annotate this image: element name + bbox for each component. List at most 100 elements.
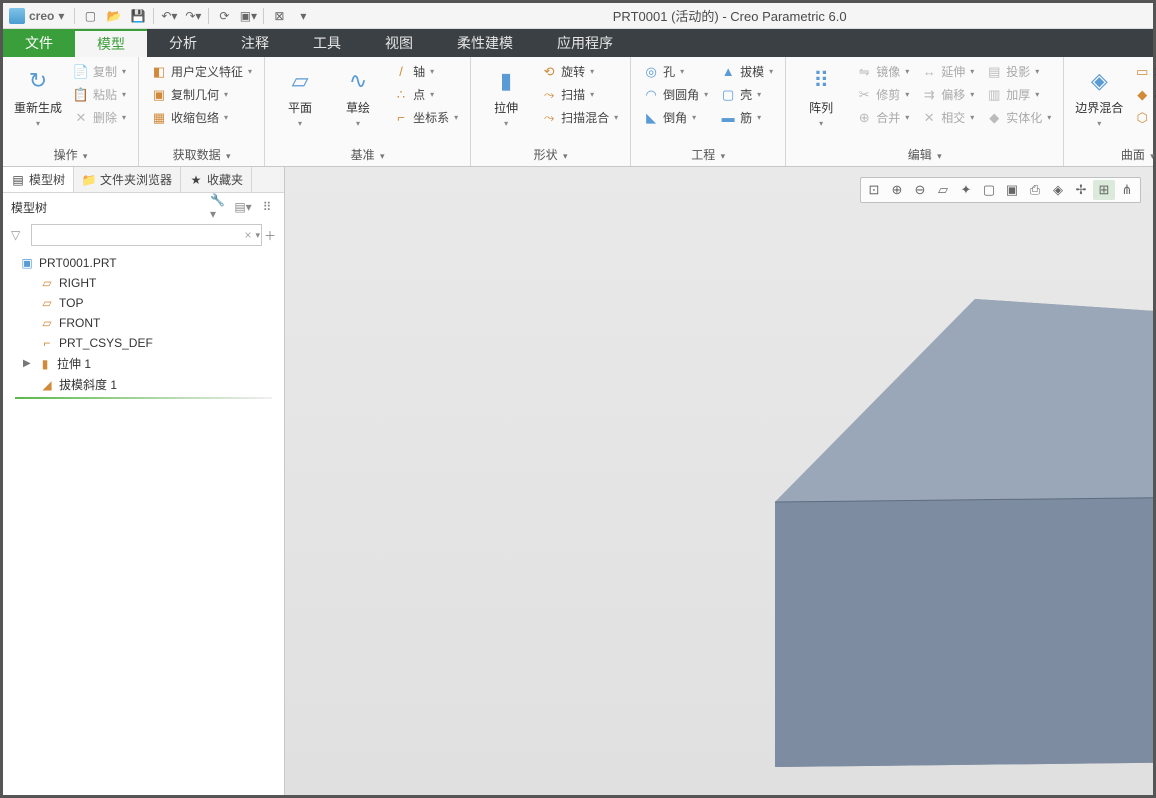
- tree-node-拉伸 1[interactable]: ▶▮拉伸 1: [9, 353, 278, 374]
- ribbon-big-阵列[interactable]: ⠿阵列▾: [794, 61, 848, 133]
- ribbon-group-label[interactable]: 编辑 ▾: [794, 144, 1055, 166]
- ribbon-sm-复制几何[interactable]: ▣复制几何▾: [147, 84, 256, 105]
- tab-view[interactable]: 视图: [363, 29, 435, 57]
- tree-node-PRT_CSYS_DEF[interactable]: ⌐PRT_CSYS_DEF: [9, 333, 278, 353]
- tab-tools[interactable]: 工具: [291, 29, 363, 57]
- ribbon-group-label[interactable]: 曲面 ▾: [1072, 144, 1156, 166]
- tree-filter-icon[interactable]: ⠿: [258, 198, 276, 216]
- graphics-canvas[interactable]: ⊡⊕⊖▱✦▢▣⎙◈✢⊞⋔: [285, 167, 1153, 795]
- view-tool-6[interactable]: ▣: [1001, 180, 1023, 200]
- ribbon-sm-icon: ▤: [986, 64, 1002, 80]
- regenerate-icon[interactable]: ⟳: [215, 7, 233, 25]
- brand-dropdown-icon[interactable]: ▾: [58, 9, 64, 23]
- ribbon-icon: ⠿: [805, 65, 837, 97]
- ribbon-sm-样式[interactable]: ◆样式▾: [1130, 84, 1156, 105]
- view-tool-1[interactable]: ⊕: [886, 180, 908, 200]
- tab-annotate[interactable]: 注释: [219, 29, 291, 57]
- ribbon-group-label[interactable]: 形状 ▾: [479, 144, 622, 166]
- ribbon-big-拉伸[interactable]: ▮拉伸▾: [479, 61, 533, 133]
- ribbon-sm-icon: 📄: [73, 64, 89, 80]
- ribbon-sm-倒圆角[interactable]: ◠倒圆角▾: [639, 84, 712, 105]
- clear-filter-icon[interactable]: ×: [244, 228, 251, 242]
- sidebar-tab-folders[interactable]: 📁文件夹浏览器: [74, 167, 181, 192]
- tab-flexible[interactable]: 柔性建模: [435, 29, 535, 57]
- ribbon-sm-点[interactable]: ∴点▾: [389, 84, 462, 105]
- ribbon-big-边界混合[interactable]: ◈边界混合▾: [1072, 61, 1126, 133]
- tab-apps[interactable]: 应用程序: [535, 29, 635, 57]
- ribbon-group-5: ⠿阵列▾⇋镜像▾✂修剪▾⊕合并▾↔延伸▾⇉偏移▾✕相交▾▤投影▾▥加厚▾◆实体化…: [786, 57, 1064, 166]
- redo-icon[interactable]: ↷▾: [184, 7, 202, 25]
- ribbon-icon: ▱: [284, 65, 316, 97]
- expander-icon[interactable]: ▶: [23, 358, 33, 369]
- folder-icon: 📁: [82, 173, 96, 187]
- ribbon-group-label[interactable]: 基准 ▾: [273, 144, 462, 166]
- add-filter-icon[interactable]: ＋: [264, 227, 276, 244]
- insert-here-bar[interactable]: [15, 397, 272, 399]
- ribbon-sm-icon: ⌐: [393, 110, 409, 126]
- ribbon-sm-坐标系[interactable]: ⌐坐标系▾: [389, 107, 462, 128]
- ribbon-group-4: ◎孔▾◠倒圆角▾◣倒角▾ ▲拔模▾▢壳▾▬筋▾ 工程 ▾: [631, 57, 786, 166]
- ribbon-sm-填充[interactable]: ▭填充▾: [1130, 61, 1156, 82]
- ribbon-sm-孔[interactable]: ◎孔▾: [639, 61, 712, 82]
- ribbon-sm-筋[interactable]: ▬筋▾: [716, 107, 777, 128]
- ribbon-big-平面[interactable]: ▱平面▾: [273, 61, 327, 133]
- view-tool-10[interactable]: ⊞: [1093, 180, 1115, 200]
- ribbon-sm-icon: ⇉: [921, 87, 937, 103]
- tree-node-FRONT[interactable]: ▱FRONT: [9, 313, 278, 333]
- view-tool-11[interactable]: ⋔: [1116, 180, 1138, 200]
- ribbon-big-草绘[interactable]: ∿草绘▾: [331, 61, 385, 133]
- tree-show-icon[interactable]: ▤▾: [234, 198, 252, 216]
- ribbon-group-label[interactable]: 获取数据 ▾: [147, 144, 256, 166]
- filter-dropdown-icon[interactable]: ▾: [255, 230, 260, 241]
- ribbon-sm-收缩包络[interactable]: ▦收缩包络▾: [147, 107, 256, 128]
- tab-analysis[interactable]: 分析: [147, 29, 219, 57]
- sidebar: ▤模型树 📁文件夹浏览器 ★收藏夹 模型树 🔧▾ ▤▾ ⠿ ▽ × ▾ ＋ ▣: [3, 167, 285, 795]
- view-tool-2[interactable]: ⊖: [909, 180, 931, 200]
- tab-file[interactable]: 文件: [3, 29, 75, 57]
- ribbon-sm-icon: ▦: [151, 110, 167, 126]
- view-tool-3[interactable]: ▱: [932, 180, 954, 200]
- view-tool-9[interactable]: ✢: [1070, 180, 1092, 200]
- sidebar-tab-modeltree[interactable]: ▤模型树: [3, 167, 74, 192]
- ribbon-sm-拔模[interactable]: ▲拔模▾: [716, 61, 777, 82]
- ribbon-sm-自由式[interactable]: ⬡自由式▾: [1130, 107, 1156, 128]
- view-tool-8[interactable]: ◈: [1047, 180, 1069, 200]
- ribbon-sm-icon: ✕: [921, 110, 937, 126]
- view-tool-7[interactable]: ⎙: [1024, 180, 1046, 200]
- tree-settings-icon[interactable]: 🔧▾: [210, 198, 228, 216]
- ribbon-group-label[interactable]: 工程 ▾: [639, 144, 777, 166]
- funnel-icon[interactable]: ▽: [11, 228, 27, 242]
- ribbon-sm-倒角[interactable]: ◣倒角▾: [639, 107, 712, 128]
- open-file-icon[interactable]: 📂: [105, 7, 123, 25]
- tree-node-TOP[interactable]: ▱TOP: [9, 293, 278, 313]
- ribbon-sm-icon: ◠: [643, 87, 659, 103]
- ribbon-group-label[interactable]: 操作 ▾: [11, 144, 130, 166]
- qat-dropdown-icon[interactable]: ▾: [294, 7, 312, 25]
- sidebar-tab-favorites[interactable]: ★收藏夹: [181, 167, 252, 192]
- tab-model[interactable]: 模型: [75, 29, 147, 57]
- view-tool-0[interactable]: ⊡: [863, 180, 885, 200]
- ribbon-sm-轴[interactable]: /轴▾: [389, 61, 462, 82]
- windows-icon[interactable]: ▣▾: [239, 7, 257, 25]
- tree-icon: ▤: [11, 173, 25, 187]
- new-file-icon[interactable]: ▢: [81, 7, 99, 25]
- view-tool-4[interactable]: ✦: [955, 180, 977, 200]
- ribbon-sm-扫描混合[interactable]: ⤳扫描混合▾: [537, 107, 622, 128]
- part-icon: ▣: [19, 255, 35, 271]
- ribbon-sm-icon: ⤳: [541, 87, 557, 103]
- ribbon-sm-壳[interactable]: ▢壳▾: [716, 84, 777, 105]
- close-window-icon[interactable]: ⊠: [270, 7, 288, 25]
- ribbon-sm-加厚: ▥加厚▾: [982, 84, 1055, 105]
- ribbon-sm-旋转[interactable]: ⟲旋转▾: [537, 61, 622, 82]
- view-tool-5[interactable]: ▢: [978, 180, 1000, 200]
- save-icon[interactable]: 💾: [129, 7, 147, 25]
- ribbon-icon: ◈: [1083, 65, 1115, 97]
- ribbon-sm-扫描[interactable]: ⤳扫描▾: [537, 84, 622, 105]
- ribbon-sm-用户定义特征[interactable]: ◧用户定义特征▾: [147, 61, 256, 82]
- filter-input[interactable]: [31, 224, 262, 246]
- tree-root[interactable]: ▣ PRT0001.PRT: [9, 253, 278, 273]
- ribbon-big-重新生成[interactable]: ↻重新生成▾: [11, 61, 65, 133]
- tree-node-RIGHT[interactable]: ▱RIGHT: [9, 273, 278, 293]
- tree-node-拔模斜度 1[interactable]: ◢拔模斜度 1: [9, 374, 278, 395]
- undo-icon[interactable]: ↶▾: [160, 7, 178, 25]
